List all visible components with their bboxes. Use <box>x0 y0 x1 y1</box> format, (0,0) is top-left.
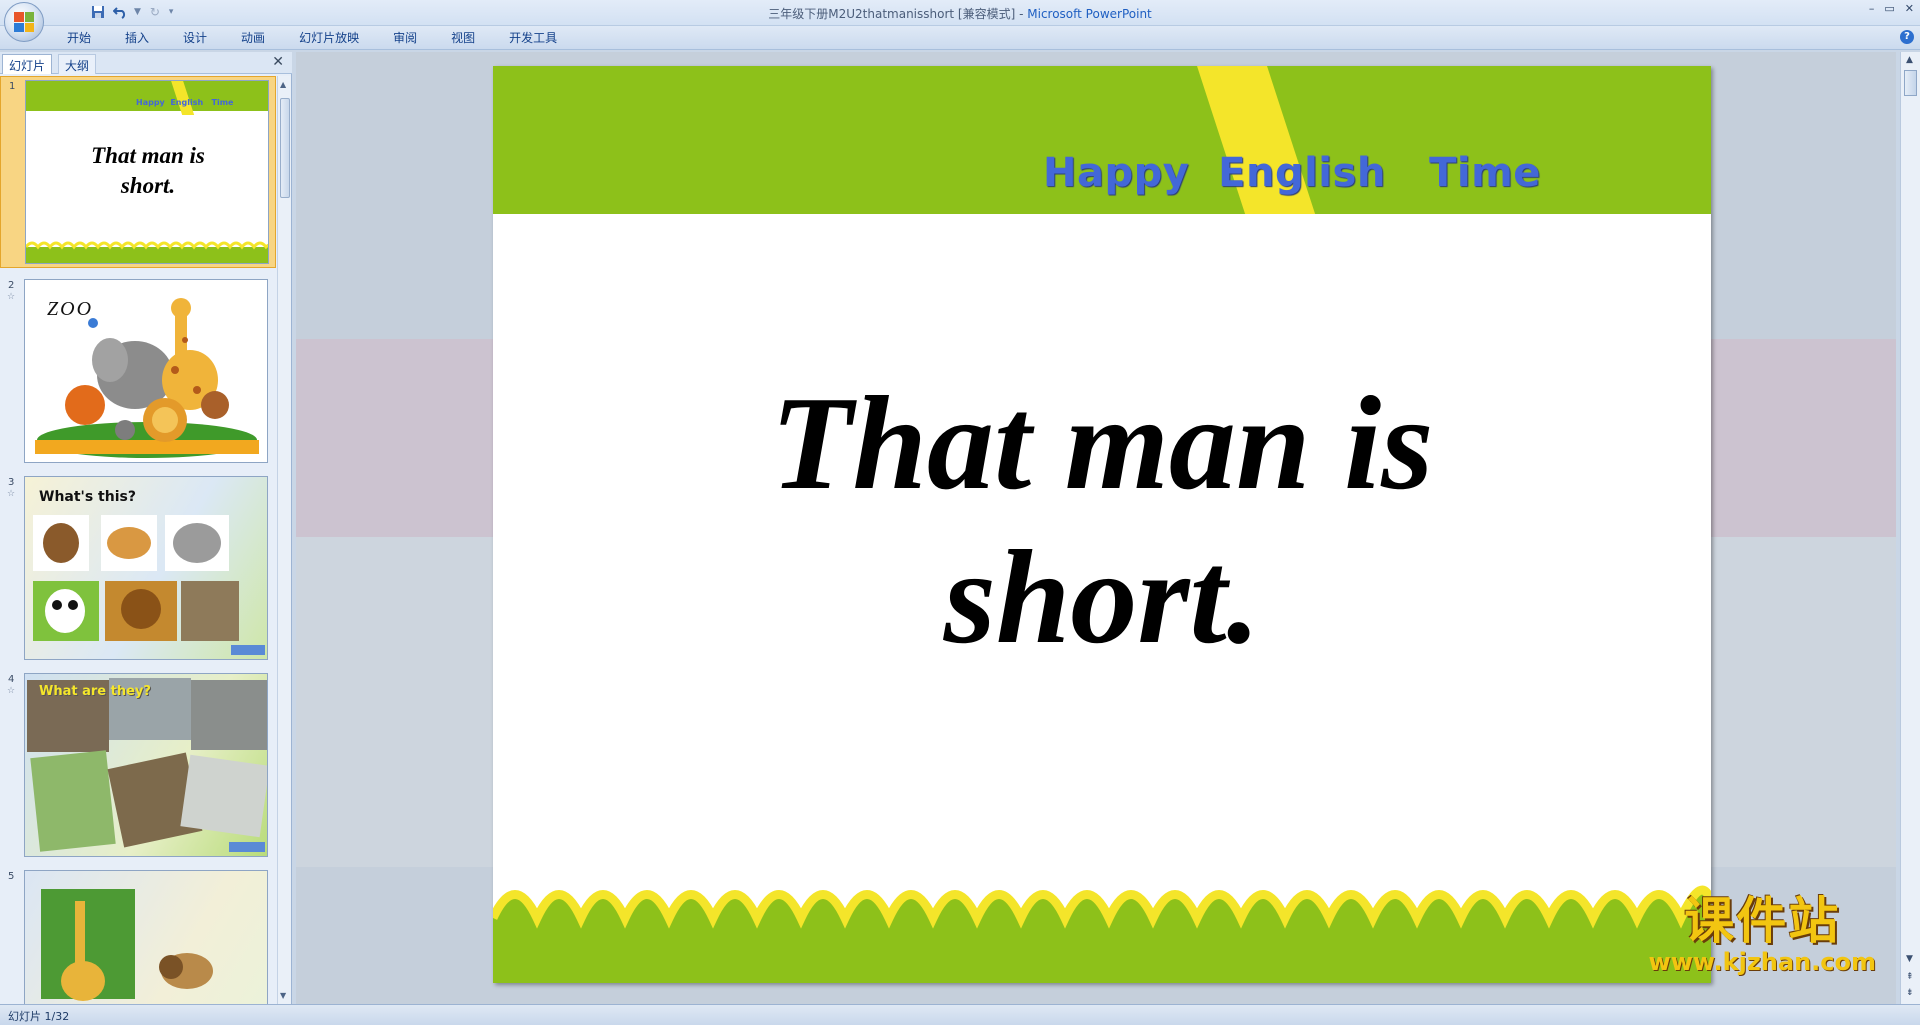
scroll-thumb[interactable] <box>280 98 290 198</box>
editor-scrollbar[interactable]: ▲ ▼ ⇞ ⇟ <box>1900 52 1920 1004</box>
thumb-header: Happy English Time <box>136 98 234 107</box>
tab-animation[interactable]: 动画 <box>224 30 282 46</box>
slide-header-bar: Happy English Time <box>493 66 1711 214</box>
scroll-up-icon[interactable]: ▲ <box>1906 55 1913 65</box>
slide-thumbnail-1[interactable]: 1 Happy English Time That man is short. <box>0 76 276 268</box>
slide-number: 4 <box>8 674 15 685</box>
slide-thumbnail-5[interactable]: 5 <box>0 867 276 1004</box>
tab-insert[interactable]: 插入 <box>108 30 166 46</box>
close-icon[interactable]: ✕ <box>272 54 284 70</box>
wave-footer <box>493 885 1711 983</box>
pane-tabs: 幻灯片 大纲 ✕ <box>0 52 292 74</box>
ribbon-tabs-bar: 开始 插入 设计 动画 幻灯片放映 审阅 视图 开发工具 ? <box>0 26 1920 50</box>
slide-number: 3 <box>8 477 15 488</box>
slide-title[interactable]: That man is short. <box>493 366 1711 674</box>
scroll-thumb[interactable] <box>1904 70 1917 96</box>
animation-star-icon: ☆ <box>7 292 16 302</box>
slide-number: 5 <box>8 871 15 882</box>
animal-photos-collage <box>27 678 267 852</box>
previous-slide-icon[interactable]: ⇞ <box>1906 972 1914 982</box>
slide-editor: Happy English Time That man is short. 课件… <box>296 52 1896 1004</box>
slides-pane: 幻灯片 大纲 ✕ 1 Happy English Time That man i… <box>0 52 292 1004</box>
slide-preview: ZOO <box>24 279 268 463</box>
slide-thumbnail-3[interactable]: 3 ☆ What's this? <box>0 473 276 665</box>
next-slide-icon[interactable]: ⇟ <box>1906 988 1914 998</box>
slide-counter: 幻灯片 1/32 <box>8 1010 70 1023</box>
window-controls: – ▭ ✕ <box>1869 2 1914 15</box>
ribbon-tabs: 开始 插入 设计 动画 幻灯片放映 审阅 视图 开发工具 <box>50 30 574 46</box>
title-bar: ▼ ↻ ▾ 三年级下册M2U2thatmanisshort [兼容模式] - M… <box>0 0 1920 42</box>
watermark-url: www.kjzhan.com <box>1648 948 1876 976</box>
document-title: 三年级下册M2U2thatmanisshort [兼容模式] <box>768 7 1016 21</box>
thumb-wave-footer <box>26 241 268 263</box>
tab-slideshow[interactable]: 幻灯片放映 <box>282 30 376 46</box>
slides-pane-scrollbar[interactable]: ▲ ▼ <box>277 76 291 1004</box>
tab-slides[interactable]: 幻灯片 <box>2 54 53 74</box>
animal-photos-grid <box>33 515 265 655</box>
slide-preview: What's this? <box>24 476 268 660</box>
minimize-button[interactable]: – <box>1869 2 1875 15</box>
current-slide[interactable]: Happy English Time That man is short. <box>493 66 1711 983</box>
slide-preview <box>24 870 268 1004</box>
slide-number: 1 <box>9 81 16 92</box>
app-name: Microsoft PowerPoint <box>1027 7 1152 21</box>
office-button[interactable] <box>4 2 44 42</box>
slide-thumbnails: 1 Happy English Time That man is short. … <box>0 76 276 1004</box>
status-bar: 幻灯片 1/32 <box>0 1004 1920 1025</box>
tab-review[interactable]: 审阅 <box>376 30 434 46</box>
thumb-question-text: What are they? <box>39 684 151 699</box>
window-title: 三年级下册M2U2thatmanisshort [兼容模式] - Microso… <box>0 5 1920 22</box>
slide-thumbnail-2[interactable]: 2 ☆ ZOO <box>0 276 276 468</box>
thumb-title-line1: That man is <box>91 143 205 168</box>
slide-title-line1: That man is <box>770 369 1434 517</box>
tab-outline[interactable]: 大纲 <box>58 54 97 74</box>
scroll-down-icon[interactable]: ▼ <box>280 991 286 1000</box>
tab-home[interactable]: 开始 <box>50 30 108 46</box>
animation-star-icon: ☆ <box>7 686 16 696</box>
tab-design[interactable]: 设计 <box>166 30 224 46</box>
slide-preview: What are they? <box>24 673 268 857</box>
title-separator: - <box>1015 7 1028 21</box>
site-watermark: 课件站 www.kjzhan.com <box>1649 894 1876 976</box>
help-icon[interactable]: ? <box>1900 30 1914 44</box>
slide-preview: Happy English Time That man is short. <box>25 80 269 264</box>
office-logo-icon <box>14 12 34 32</box>
thumb-title-line2: short. <box>120 173 176 198</box>
close-button[interactable]: ✕ <box>1905 2 1914 15</box>
scroll-up-icon[interactable]: ▲ <box>280 80 286 89</box>
slide-number: 2 <box>8 280 15 291</box>
restore-button[interactable]: ▭ <box>1884 2 1894 15</box>
slide-header-text[interactable]: Happy English Time <box>1043 150 1541 196</box>
tab-developer[interactable]: 开发工具 <box>492 30 574 46</box>
slide-thumbnail-4[interactable]: 4 ☆ What are they? <box>0 670 276 862</box>
giraffe-lion-illustration <box>41 889 213 1001</box>
zoo-animals-illustration <box>35 298 259 458</box>
tab-view[interactable]: 视图 <box>434 30 492 46</box>
animation-star-icon: ☆ <box>7 489 16 499</box>
slide-title-line2: short. <box>943 523 1261 671</box>
watermark-cn: 课件站 <box>1684 892 1841 950</box>
scroll-down-icon[interactable]: ▼ <box>1906 954 1913 964</box>
